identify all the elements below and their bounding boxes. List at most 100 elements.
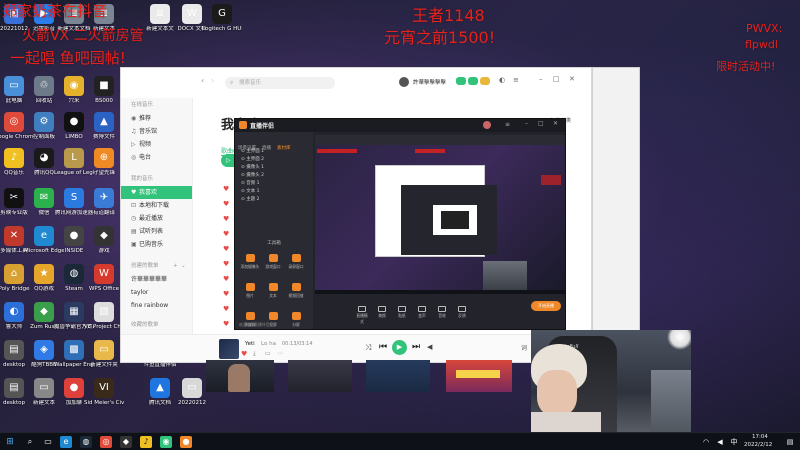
thumbnail-1[interactable] [206,360,274,392]
obs-scene-row[interactable]: ⊙ 主界面 2 [235,156,313,164]
taskbar-search-icon[interactable]: ⌕ [24,436,36,448]
obs-action-0[interactable]: 直播模式 [355,306,369,325]
tray-ime-icon[interactable]: 中 [728,436,740,448]
obs-tool-3[interactable]: 图片 [239,279,261,305]
skin-icon[interactable]: ◐ [499,76,505,84]
obs-tool-4[interactable]: 文本 [262,279,284,305]
desktop-icon-44[interactable]: VI Sid Meier's Civilization [84,378,124,416]
obs-scene-row[interactable]: ⊙ 音频 1 [235,180,313,188]
add-playlist-icon[interactable]: + [173,262,178,270]
obs-scene-row[interactable]: ⊙ 摄像头 1 [235,164,313,172]
close-icon[interactable]: ✕ [569,75,575,83]
album-cover[interactable] [219,339,239,359]
desktop-icon-35[interactable]: ▧ VE Project Chillnamb [84,302,124,340]
obs-scene-row[interactable]: ⊙ 主题 2 [235,196,313,204]
obs-tool-icon [291,312,301,320]
thumbnail-2[interactable] [288,360,352,392]
desktop-icon-19[interactable]: ⊕ 守望先锋 [84,148,124,186]
sidebar-item-mine-0-label: 我喜欢 [139,189,158,196]
obs-avatar[interactable] [483,121,491,129]
obs-close-icon[interactable]: ✕ [553,120,558,127]
obs-tool-1[interactable]: 游戏窗口 [262,250,284,276]
obs-action-2[interactable]: 贴纸 [395,306,409,319]
maximize-icon[interactable]: □ [553,75,560,83]
obs-action-5[interactable]: 反馈 [455,306,469,319]
taskbar-gaming-icon[interactable]: ◆ [120,436,132,448]
sidebar-item-mine-4[interactable]: ▣ 已购音乐 [121,238,192,251]
obs-tool-0[interactable]: 添加摄像头 [239,250,261,276]
obs-tool-2[interactable]: 录屏窗口 [285,250,307,276]
sidebar-item-online-0[interactable]: ◉ 推荐 [121,112,192,125]
desktop-icon-11[interactable]: ■ BS000 [84,76,124,114]
sidebar-playlist-1[interactable]: taylor [121,286,192,299]
sidebar-item-online-2[interactable]: ▷ 视频 [121,138,192,151]
taskbar-chrome-icon[interactable]: ◎ [100,436,112,448]
volume-icon[interactable]: ◀ [427,343,432,351]
sidebar-playlist-0[interactable]: 许華華華華華 [121,273,192,286]
preview-red-text-2 [415,149,445,153]
song-title[interactable]: Yeti [245,341,255,347]
clock-time[interactable]: 17:04 [752,434,768,440]
taskbar-steam-icon[interactable]: ◍ [80,436,92,448]
obs-action-4[interactable]: 音效 [435,306,449,319]
desktop-icon-20-glyph: ✂ [4,188,24,208]
taskbar-app-icon[interactable]: ◉ [160,436,172,448]
obs-tool-5[interactable]: 视频回放 [285,279,307,305]
collapse-icon[interactable]: ⌄ [181,262,186,270]
thumbnail-4[interactable] [446,360,512,392]
taskbar-stream-icon[interactable]: ● [180,436,192,448]
sidebar-item-online-3[interactable]: ◎ 电台 [121,151,192,164]
clock-date[interactable]: 2022/2/12 [744,442,772,448]
song-artist[interactable]: Lo ha [261,341,276,347]
play-button[interactable]: ▶ [392,340,407,355]
lyrics-icon[interactable]: 词 [521,343,527,352]
taskbar-music-icon[interactable]: ♪ [140,436,152,448]
desktop-icon-15[interactable]: ▲ 赛博文件 [84,112,124,150]
search-input[interactable]: ⌕ 搜索音乐 [225,77,335,89]
sidebar-item-mine-1-icon: ⊡ [131,202,137,209]
like-heart-icon[interactable]: ♥ [241,350,247,358]
sidebar-item-online-1[interactable]: ♫ 音乐馆 [121,125,192,138]
sidebar-item-mine-2[interactable]: ◷ 最近播放 [121,212,192,225]
tray-volume-icon[interactable]: ◀ [714,436,726,448]
desktop-icon-23[interactable]: ✈ 有道翻译 [84,188,124,226]
shuffle-icon[interactable]: ⤨ [365,343,371,353]
nav-back-icon[interactable]: ‹ [201,76,204,85]
obs-max-icon[interactable]: □ [538,120,544,127]
start-button-icon[interactable]: ⊞ [4,436,16,448]
settings-icon[interactable]: ≡ [513,76,519,84]
thumbnail-3[interactable] [366,360,430,392]
user-name[interactable]: 許華擊擊擊擊 [413,78,446,86]
desktop-icon-31[interactable]: W WPS Office [84,264,124,302]
sidebar-item-mine-3[interactable]: ▤ 试听列表 [121,225,192,238]
obs-tab-2[interactable]: 素材库 [274,144,294,153]
start-live-button[interactable]: 开始直播 [531,301,561,311]
comment-icon[interactable]: ▭ [265,350,271,357]
desktop-icon-7[interactable]: G Logitech G HUB [202,4,242,42]
obs-action-3[interactable]: 变声 [415,306,429,319]
obs-min-icon[interactable]: – [525,120,528,127]
next-icon[interactable]: ⏭ [412,342,420,352]
obs-action-1[interactable]: 美颜 [375,306,389,319]
sidebar-playlist-2[interactable]: fine rainbow [121,299,192,312]
taskbar-edge-icon[interactable]: e [60,436,72,448]
more-icon[interactable]: ⋯ [277,350,283,357]
desktop-icon-39[interactable]: ▭ 新建文件夹 [84,340,124,378]
taskbar-taskview-icon[interactable]: ▭ [42,436,54,448]
desktop-icon-27[interactable]: ◆ 游戏 [84,226,124,264]
prev-icon[interactable]: ⏮ [379,342,387,352]
obs-tool-8[interactable]: 分屏 [285,308,307,329]
tray-network-icon[interactable]: ◠ [700,436,712,448]
vip-badge-3 [480,77,490,85]
obs-scene-row[interactable]: ⊙ 摄像头 2 [235,172,313,180]
user-avatar[interactable] [399,77,409,87]
obs-menu-icon[interactable]: ≡ [505,121,510,128]
minimize-icon[interactable]: – [539,75,543,83]
nav-forward-icon[interactable]: › [211,76,214,85]
sidebar-item-mine-1[interactable]: ⊡ 本地和下载 [121,199,192,212]
sidebar-item-mine-0[interactable]: ♥ 我喜欢 [121,186,192,199]
notification-icon[interactable]: ▤ [784,436,796,448]
download-icon[interactable]: ⤓ [253,350,256,358]
obs-preview-canvas[interactable]: 开始直播 [315,135,565,318]
obs-scene-row[interactable]: ⊙ 文本 1 [235,188,313,196]
